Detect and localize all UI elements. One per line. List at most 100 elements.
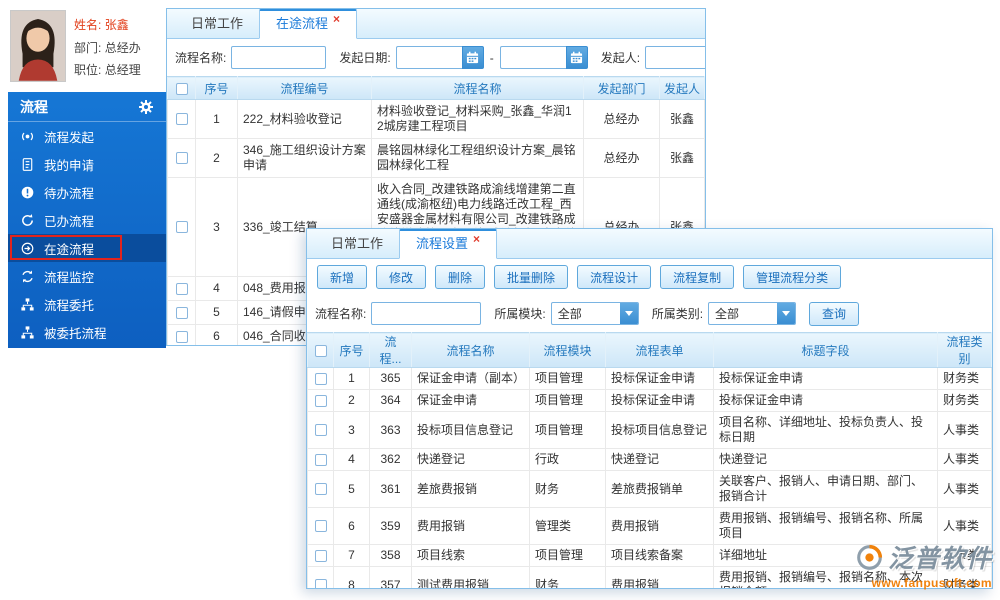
table-row[interactable]: 4 362 快递登记 行政 快递登记 快递登记 人事类 — [307, 448, 992, 471]
w1-tab-transit-process[interactable]: 在途流程 × — [259, 9, 358, 39]
w2-tab-daily-work[interactable]: 日常工作 — [315, 229, 399, 258]
sidebar-item-delegated-processes[interactable]: 被委托流程 — [8, 318, 166, 346]
sidebar-item-transit-processes[interactable]: 在途流程 — [8, 234, 166, 262]
col-process-category: 流程类别 — [937, 332, 992, 368]
row-checkbox[interactable] — [175, 113, 188, 126]
row-checkbox[interactable] — [175, 221, 188, 234]
sidebar-item-completed-processes[interactable]: 已办流程 — [8, 206, 166, 234]
select-all-checkbox[interactable] — [314, 345, 327, 358]
add-button[interactable]: 新增 — [317, 265, 368, 289]
search-button[interactable]: 查询 — [809, 301, 860, 326]
sidebar-item-process-initiate[interactable]: 流程发起 — [8, 122, 166, 150]
date-to-input[interactable] — [499, 46, 566, 69]
category-label: 所属类别: — [651, 307, 704, 321]
edit-button[interactable]: 修改 — [376, 265, 427, 289]
date-from-picker-button[interactable] — [461, 46, 484, 69]
col-process-module: 流程模块 — [529, 332, 606, 368]
user-name-line: 姓名: 张鑫 — [74, 16, 141, 33]
process-copy-button[interactable]: 流程复制 — [660, 265, 735, 289]
cell-process-name: 保证金申请 — [411, 389, 530, 412]
row-checkbox-cell — [167, 324, 196, 345]
row-checkbox[interactable] — [314, 520, 327, 533]
gear-icon[interactable] — [138, 99, 154, 115]
fanpu-logo-icon — [857, 544, 883, 570]
row-checkbox-cell — [307, 507, 334, 545]
user-dept-line: 部门: 总经办 — [74, 39, 141, 56]
category-select[interactable]: 全部 — [708, 302, 797, 325]
cell-process-form: 费用报销 — [605, 507, 714, 545]
sidebar-item-process-delegate[interactable]: 流程委托 — [8, 290, 166, 318]
cell-initiating-dept: 总经办 — [583, 138, 660, 178]
col-no: 序号 — [333, 332, 370, 368]
cell-no: 3 — [333, 411, 370, 449]
cell-no: 6 — [195, 324, 238, 345]
close-icon[interactable]: × — [473, 232, 480, 246]
row-checkbox[interactable] — [314, 453, 327, 466]
process-name-input[interactable] — [231, 46, 327, 69]
row-checkbox[interactable] — [314, 394, 327, 407]
col-process-form: 流程表单 — [605, 332, 714, 368]
col-no: 序号 — [195, 76, 238, 100]
w2-tab-process-settings[interactable]: 流程设置 × — [399, 229, 498, 259]
row-checkbox[interactable] — [314, 424, 327, 437]
row-checkbox[interactable] — [314, 579, 327, 588]
w1-tab-daily-work[interactable]: 日常工作 — [175, 9, 259, 38]
module-select[interactable]: 全部 — [550, 302, 639, 325]
process-design-button[interactable]: 流程设计 — [577, 265, 652, 289]
cell-initiating-dept: 总经办 — [583, 99, 660, 139]
cell-process-form: 项目线索备案 — [605, 544, 714, 567]
tab-label: 在途流程 — [276, 16, 329, 31]
cell-process-code: 222_材料验收登记 — [237, 99, 372, 139]
row-checkbox[interactable] — [175, 306, 188, 319]
cell-no: 6 — [333, 507, 370, 545]
cell-title-field: 关联客户、报销人、申请日期、部门、报销合计 — [713, 470, 938, 508]
cell-process-module: 项目管理 — [529, 367, 606, 390]
sidebar-item-process-monitor[interactable]: 流程监控 — [8, 262, 166, 290]
row-checkbox-cell — [307, 367, 334, 390]
table-row[interactable]: 5 361 差旅费报销 财务 差旅费报销单 关联客户、报销人、申请日期、部门、报… — [307, 470, 992, 508]
date-to-picker-button[interactable] — [565, 46, 588, 69]
table-header-row: 序号 流程编号 流程名称 发起部门 发起人 — [167, 76, 705, 100]
sidebar-title: 流程 — [20, 98, 48, 115]
vendor-url-text: www.fanpusoft.com — [871, 576, 992, 590]
row-checkbox[interactable] — [314, 372, 327, 385]
delete-button[interactable]: 删除 — [435, 265, 486, 289]
w2-process-name-input[interactable] — [371, 302, 482, 325]
cell-process-code: 346_施工组织设计方案申请 — [237, 138, 372, 178]
cell-process-module: 行政 — [529, 448, 606, 471]
close-icon[interactable]: × — [333, 12, 340, 26]
select-all-checkbox[interactable] — [175, 83, 188, 96]
manage-category-button[interactable]: 管理流程分类 — [743, 265, 842, 289]
cell-no: 7 — [333, 544, 370, 567]
row-checkbox[interactable] — [175, 330, 188, 343]
row-checkbox[interactable] — [175, 152, 188, 165]
cell-process-name: 快递登记 — [411, 448, 530, 471]
row-checkbox[interactable] — [314, 483, 327, 496]
user-position-value: 总经理 — [104, 63, 141, 77]
app-screen: 姓名: 张鑫 部门: 总经办 职位: 总经理 流程 流程发起 我的申请 待办流程… — [0, 0, 1000, 600]
initiator-input[interactable] — [645, 46, 705, 69]
table-row[interactable]: 2 346_施工组织设计方案申请 晨铭园林绿化工程组织设计方案_晨铭园林绿化工程… — [167, 138, 705, 178]
table-row[interactable]: 1 222_材料验收登记 材料验收登记_材料采购_张鑫_华润12城房建工程项目 … — [167, 99, 705, 139]
process-name-label: 流程名称: — [315, 307, 367, 321]
batch-delete-button[interactable]: 批量删除 — [494, 265, 569, 289]
sidebar-item-pending-processes[interactable]: 待办流程 — [8, 178, 166, 206]
cell-process-category: 人事类 — [937, 470, 992, 508]
cell-process-form: 投标保证金申请 — [605, 367, 714, 390]
alert-icon — [20, 185, 35, 200]
select-all-header — [307, 332, 334, 368]
cell-process-form: 投标保证金申请 — [605, 389, 714, 412]
user-name-label: 姓名: — [74, 18, 102, 32]
module-label: 所属模块: — [494, 307, 546, 321]
date-from-input[interactable] — [395, 46, 462, 69]
cell-process-name: 投标项目信息登记 — [411, 411, 530, 449]
table-row[interactable]: 2 364 保证金申请 项目管理 投标保证金申请 投标保证金申请 财务类 — [307, 389, 992, 412]
table-row[interactable]: 1 365 保证金申请（副本） 项目管理 投标保证金申请 投标保证金申请 财务类 — [307, 367, 992, 390]
sync-icon — [20, 269, 35, 284]
row-checkbox[interactable] — [175, 282, 188, 295]
cell-process-form: 费用报销 — [605, 566, 714, 588]
row-checkbox[interactable] — [314, 549, 327, 562]
table-row[interactable]: 3 363 投标项目信息登记 项目管理 投标项目信息登记 项目名称、详细地址、投… — [307, 411, 992, 449]
sidebar-item-my-applications[interactable]: 我的申请 — [8, 150, 166, 178]
avatar-photo-placeholder — [11, 11, 65, 81]
